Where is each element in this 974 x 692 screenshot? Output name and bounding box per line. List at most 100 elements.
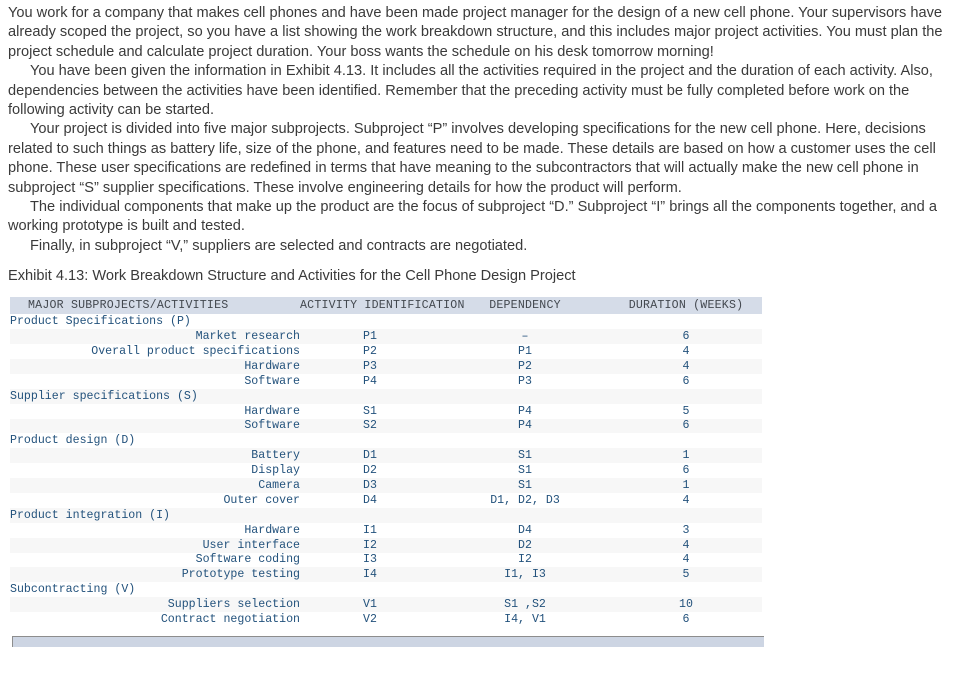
- activity-name: User interface: [10, 537, 300, 553]
- table-group-row: Product Specifications (P): [10, 314, 762, 330]
- paragraph: You have been given the information in E…: [8, 63, 933, 119]
- activity-name: Battery: [10, 448, 300, 464]
- activity-dependency: S1 ,S2: [440, 597, 610, 613]
- activity-dependency: P4: [440, 418, 610, 434]
- table-row: Hardware P3 P2 4: [10, 358, 762, 374]
- table-row: Display D2 S1 6: [10, 463, 762, 479]
- activity-identification: [300, 582, 440, 598]
- activity-duration: [610, 314, 762, 330]
- activity-identification: D1: [300, 448, 440, 464]
- problem-statement: You work for a company that makes cell p…: [0, 0, 974, 256]
- activity-dependency: P3: [440, 373, 610, 389]
- subproject-name: Product Specifications (P): [10, 314, 300, 330]
- activity-name: Market research: [10, 329, 300, 345]
- activity-identification: D3: [300, 478, 440, 493]
- activity-dependency: P2: [440, 358, 610, 374]
- table-group-row: Product integration (I): [10, 507, 762, 523]
- activity-duration: [610, 388, 762, 404]
- wbs-table-body: Product Specifications (P) Market researc…: [10, 314, 762, 627]
- table-group-row: Subcontracting (V): [10, 582, 762, 598]
- activity-name: Hardware: [10, 358, 300, 374]
- column-header-subprojects: MAJOR SUBPROJECTS/ACTIVITIES: [10, 297, 300, 315]
- exhibit-caption: Exhibit 4.13: Work Breakdown Structure a…: [8, 268, 576, 285]
- activity-identification: P4: [300, 373, 440, 389]
- column-header-activity-id: ACTIVITY IDENTIFICATION: [300, 297, 465, 315]
- wbs-table: MAJOR SUBPROJECTS/ACTIVITIES ACTIVITY ID…: [10, 297, 762, 627]
- paragraph: Finally, in subproject “V,” suppliers ar…: [30, 237, 528, 254]
- wbs-table-wrapper: MAJOR SUBPROJECTS/ACTIVITIES ACTIVITY ID…: [0, 297, 974, 627]
- activity-identification: V2: [300, 612, 440, 627]
- activity-dependency: P1: [440, 344, 610, 359]
- table-bottom-bar: [12, 635, 764, 647]
- table-row: Software P4 P3 6: [10, 373, 762, 389]
- activity-identification: I1: [300, 522, 440, 538]
- activity-duration: 1: [610, 448, 762, 464]
- activity-duration: 6: [610, 418, 762, 434]
- activity-duration: 10: [610, 597, 762, 613]
- activity-identification: S1: [300, 403, 440, 419]
- activity-duration: 6: [610, 463, 762, 479]
- activity-duration: [610, 507, 762, 523]
- activity-dependency: I2: [440, 552, 610, 568]
- activity-identification: P1: [300, 329, 440, 345]
- activity-dependency: I4, V1: [440, 612, 610, 627]
- activity-dependency: P4: [440, 403, 610, 419]
- table-row: Software S2 P4 6: [10, 418, 762, 434]
- activity-duration: 4: [610, 492, 762, 508]
- subproject-name: Supplier specifications (S): [10, 388, 300, 404]
- activity-name: Software: [10, 373, 300, 389]
- activity-duration: [610, 433, 762, 449]
- activity-dependency: S1: [440, 463, 610, 479]
- activity-identification: D2: [300, 463, 440, 479]
- activity-duration: 1: [610, 478, 762, 493]
- table-row: Outer cover D4 D1, D2, D3 4: [10, 492, 762, 508]
- activity-identification: I4: [300, 567, 440, 583]
- activity-name: Contract negotiation: [10, 612, 300, 627]
- column-header-dependency: DEPENDENCY: [440, 297, 610, 315]
- table-row: Hardware I1 D4 3: [10, 522, 762, 538]
- activity-dependency: D2: [440, 537, 610, 553]
- activity-identification: D4: [300, 492, 440, 508]
- activity-dependency: –: [440, 329, 610, 345]
- subproject-name: Subcontracting (V): [10, 582, 300, 598]
- table-header-row: MAJOR SUBPROJECTS/ACTIVITIES ACTIVITY ID…: [10, 297, 762, 315]
- activity-dependency: D4: [440, 522, 610, 538]
- activity-duration: 6: [610, 612, 762, 627]
- column-header-duration: DURATION (WEEKS): [610, 297, 762, 315]
- activity-identification: [300, 388, 440, 404]
- paragraph: You work for a company that makes cell p…: [8, 5, 943, 60]
- activity-duration: 4: [610, 537, 762, 553]
- activity-duration: [610, 582, 762, 598]
- activity-name: Software coding: [10, 552, 300, 568]
- activity-duration: 3: [610, 522, 762, 538]
- activity-identification: S2: [300, 418, 440, 434]
- table-row: Market research P1–6: [10, 329, 762, 345]
- activity-name: Hardware: [10, 522, 300, 538]
- activity-duration: 4: [610, 358, 762, 374]
- activity-name: Overall product specifications: [10, 344, 300, 359]
- table-row: Camera D3 S1 1: [10, 478, 762, 493]
- activity-duration: 4: [610, 344, 762, 359]
- activity-dependency: [440, 433, 610, 449]
- table-group-row: Product design (D): [10, 433, 762, 449]
- activity-dependency: [440, 582, 610, 598]
- activity-identification: P2: [300, 344, 440, 359]
- activity-identification: [300, 507, 440, 523]
- table-row: Software coding I3 I2 4: [10, 552, 762, 568]
- activity-duration: 6: [610, 373, 762, 389]
- activity-name: Hardware: [10, 403, 300, 419]
- activity-duration: 6: [610, 329, 762, 345]
- activity-name: Camera: [10, 478, 300, 493]
- activity-duration: 4: [610, 552, 762, 568]
- activity-name: Software: [10, 418, 300, 434]
- activity-identification: I2: [300, 537, 440, 553]
- activity-name: Outer cover: [10, 492, 300, 508]
- wbs-table-head: MAJOR SUBPROJECTS/ACTIVITIES ACTIVITY ID…: [10, 297, 762, 315]
- activity-identification: I3: [300, 552, 440, 568]
- table-row: Suppliers selection V1 S1 ,S2 10: [10, 597, 762, 613]
- activity-name: Display: [10, 463, 300, 479]
- table-row: Hardware S1 P4 5: [10, 403, 762, 419]
- paragraph: The individual components that make up t…: [8, 199, 937, 235]
- subproject-name: Product integration (I): [10, 507, 300, 523]
- table-group-row: Supplier specifications (S): [10, 388, 762, 404]
